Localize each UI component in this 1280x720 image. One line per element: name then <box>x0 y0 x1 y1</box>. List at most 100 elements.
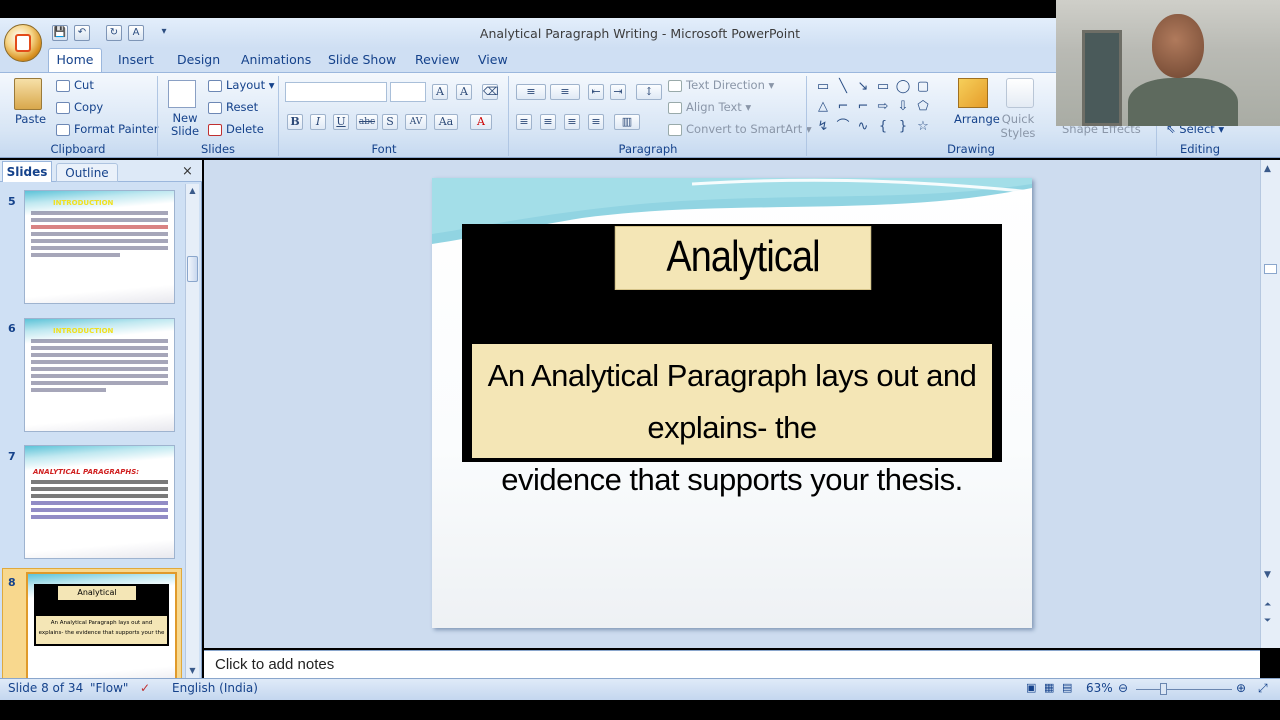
scroll-thumb[interactable] <box>1264 264 1277 274</box>
new-slide-icon[interactable] <box>168 80 196 108</box>
customize-qat-icon[interactable]: ▾ <box>156 25 172 41</box>
zoom-slider-thumb[interactable] <box>1160 683 1167 695</box>
tab-outline[interactable]: Outline <box>56 163 118 182</box>
notes-pane[interactable] <box>204 650 1260 678</box>
scroll-up-icon[interactable]: ▲ <box>187 186 198 196</box>
decrease-indent-icon[interactable]: ⇤ <box>588 84 604 100</box>
brace-left-shape-icon[interactable]: { <box>875 120 891 134</box>
convert-smartart-button[interactable]: Convert to SmartArt ▾ <box>668 122 812 136</box>
notes-placeholder[interactable]: Click to add notes <box>215 656 334 673</box>
slide-sorter-icon[interactable]: ▦ <box>1044 681 1054 694</box>
previous-slide-icon[interactable]: ⏶ <box>1264 600 1271 610</box>
align-right-icon[interactable]: ≡ <box>564 114 580 130</box>
arrange-icon[interactable] <box>958 78 988 108</box>
curve-shape-icon[interactable]: ↯ <box>815 120 831 134</box>
thumbnail-scrollbar[interactable]: ▲ ▼ <box>185 184 199 678</box>
slide-thumbnail-8[interactable]: Analytical Paragraph An Analytical Parag… <box>26 572 177 686</box>
arc-shape-icon[interactable]: ⌒ <box>835 120 851 134</box>
tab-home[interactable]: Home <box>48 48 102 73</box>
numbering-icon[interactable]: ≡ <box>550 84 580 100</box>
language-indicator[interactable]: English (India) <box>172 681 258 695</box>
slide-show-icon[interactable]: ▤ <box>1062 681 1072 694</box>
scroll-down-icon[interactable]: ▼ <box>1264 570 1271 580</box>
tab-animations[interactable]: Animations <box>241 52 311 67</box>
grow-font-icon[interactable]: A <box>432 84 448 100</box>
slide-content-box[interactable]: Analytical Paragraph An Analytical Parag… <box>462 224 1002 497</box>
zoom-in-icon[interactable]: ⊕ <box>1236 681 1246 695</box>
zoom-out-icon[interactable]: ⊖ <box>1118 681 1128 695</box>
tab-insert[interactable]: Insert <box>118 52 154 67</box>
font-size-box[interactable] <box>390 82 426 102</box>
underline-button[interactable]: U <box>333 114 349 130</box>
star-shape-icon[interactable]: ☆ <box>915 120 931 134</box>
slide-thumbnail-6[interactable]: INTRODUCTION <box>24 318 175 432</box>
office-button[interactable] <box>4 24 42 62</box>
change-case-button[interactable]: Aa <box>434 114 458 130</box>
save-icon[interactable]: 💾 <box>52 25 68 41</box>
next-slide-icon[interactable]: ⏷ <box>1264 616 1271 626</box>
callout-shape-icon[interactable]: ⬠ <box>915 100 931 114</box>
slide-thumbnail-7[interactable]: ANALYTICAL PARAGRAPHS: <box>24 445 175 559</box>
scroll-down-icon[interactable]: ▼ <box>187 666 198 676</box>
redo-icon[interactable]: ↻ <box>106 25 122 41</box>
italic-button[interactable]: I <box>310 114 326 130</box>
delete-button[interactable]: Delete <box>208 122 264 136</box>
layout-qat-icon[interactable]: A <box>128 25 144 41</box>
undo-icon[interactable]: ↶ <box>74 25 90 41</box>
textbox-shape-icon[interactable]: ▭ <box>815 80 831 94</box>
slide-body[interactable]: An Analytical Paragraph lays out and exp… <box>472 344 992 497</box>
line-spacing-icon[interactable]: ↕ <box>636 84 662 100</box>
bold-button[interactable]: B <box>287 114 303 130</box>
oval-shape-icon[interactable]: ◯ <box>895 80 911 94</box>
text-direction-button[interactable]: Text Direction ▾ <box>668 78 774 92</box>
tab-view[interactable]: View <box>478 52 508 67</box>
slide-title[interactable]: Analytical Paragraph <box>614 226 872 341</box>
justify-icon[interactable]: ≡ <box>588 114 604 130</box>
font-name-box[interactable] <box>285 82 387 102</box>
rounded-rect-shape-icon[interactable]: ▢ <box>915 80 931 94</box>
align-left-icon[interactable]: ≡ <box>516 114 532 130</box>
reset-button[interactable]: Reset <box>208 100 258 114</box>
scroll-thumb[interactable] <box>187 256 198 282</box>
wave-shape-icon[interactable]: ∿ <box>855 120 871 134</box>
connector-shape-icon[interactable]: ⌐ <box>855 100 871 114</box>
layout-button[interactable]: Layout ▾ <box>208 78 275 92</box>
quick-styles-icon[interactable] <box>1006 78 1034 108</box>
arrange-button[interactable]: Arrange <box>954 112 1000 126</box>
slide-scrollbar[interactable]: ▲ ▼ ⏶ ⏷ <box>1260 160 1280 648</box>
paste-icon[interactable] <box>14 78 42 110</box>
normal-view-icon[interactable]: ▣ <box>1026 681 1036 694</box>
right-arrow-shape-icon[interactable]: ⇨ <box>875 100 891 114</box>
elbow-shape-icon[interactable]: ⌐ <box>835 100 851 114</box>
copy-button[interactable]: Copy <box>56 100 103 114</box>
font-color-button[interactable]: A <box>470 114 492 130</box>
brace-right-shape-icon[interactable]: } <box>895 120 911 134</box>
new-slide-button[interactable]: New Slide <box>168 112 202 138</box>
tab-slide-show[interactable]: Slide Show <box>328 52 396 67</box>
triangle-shape-icon[interactable]: △ <box>815 100 831 114</box>
align-text-button[interactable]: Align Text ▾ <box>668 100 751 114</box>
shadow-button[interactable]: S <box>382 114 398 130</box>
clear-format-icon[interactable]: ⌫ <box>482 84 499 100</box>
shrink-font-icon[interactable]: A <box>456 84 472 100</box>
cut-button[interactable]: Cut <box>56 78 94 92</box>
zoom-level[interactable]: 63% <box>1086 681 1113 695</box>
format-painter-button[interactable]: Format Painter <box>56 122 158 136</box>
paste-button[interactable]: Paste <box>15 112 46 126</box>
slide-thumbnail-5[interactable]: INTRODUCTION <box>24 190 175 304</box>
columns-icon[interactable]: ▥ <box>614 114 640 130</box>
tab-slides[interactable]: Slides <box>2 161 52 182</box>
fit-slide-icon[interactable]: ⤢ <box>1258 681 1268 696</box>
rectangle-shape-icon[interactable]: ▭ <box>875 80 891 94</box>
down-arrow-shape-icon[interactable]: ⇩ <box>895 100 911 114</box>
align-center-icon[interactable]: ≡ <box>540 114 556 130</box>
close-panel-icon[interactable]: × <box>182 164 193 179</box>
arrow-shape-icon[interactable]: ↘ <box>855 80 871 94</box>
scroll-up-icon[interactable]: ▲ <box>1264 164 1271 174</box>
quick-styles-button[interactable]: Quick Styles <box>1000 112 1036 140</box>
char-spacing-button[interactable]: AV <box>405 114 427 130</box>
current-slide[interactable]: Analytical Paragraph An Analytical Parag… <box>432 178 1032 628</box>
spelling-icon[interactable]: ✓ <box>140 681 150 695</box>
strikethrough-button[interactable]: abc <box>356 114 378 130</box>
zoom-slider-track[interactable] <box>1136 689 1232 690</box>
